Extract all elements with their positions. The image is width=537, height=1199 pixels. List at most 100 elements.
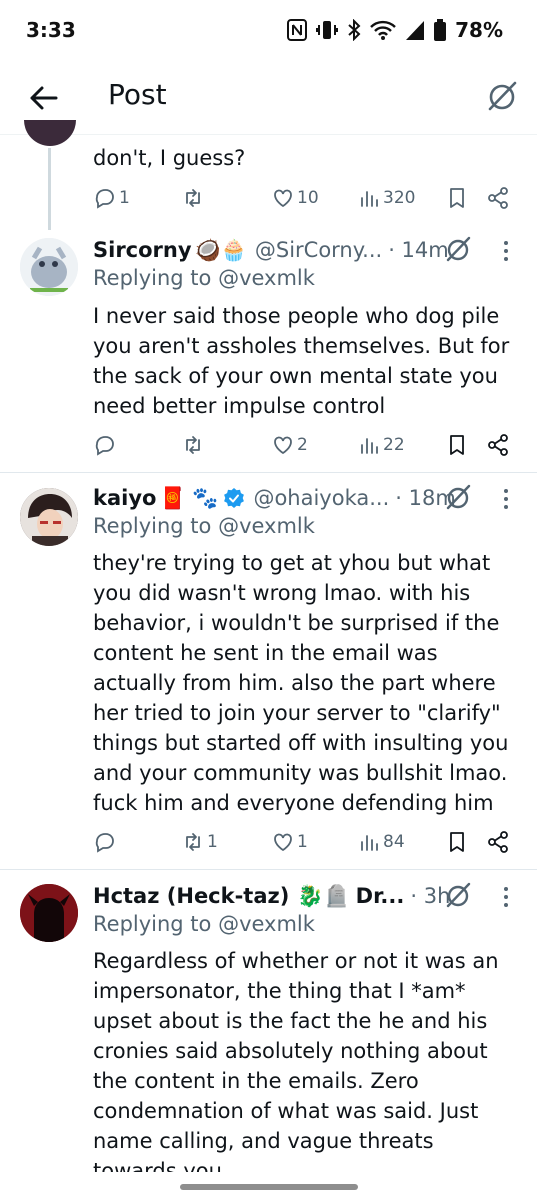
repost-icon: [186, 833, 200, 851]
tweet-actions: 1 1 84: [93, 830, 513, 856]
heart-icon: [274, 189, 292, 208]
more-vertical-icon: [504, 241, 508, 261]
display-name[interactable]: Sircorny: [93, 238, 192, 262]
like-count: 2: [297, 435, 308, 455]
timestamp[interactable]: · 14m: [388, 238, 449, 262]
nfc-icon: [287, 19, 308, 41]
replying-to[interactable]: Replying to @vexmlk: [93, 514, 315, 538]
handle[interactable]: @SirCorny...: [255, 238, 382, 262]
name-emoji: 🐉🪦: [297, 883, 350, 908]
tweet-actions: 2 22: [93, 433, 513, 459]
replying-to[interactable]: Replying to @vexmlk: [93, 912, 315, 936]
status-icons: 78%: [287, 16, 503, 44]
bookmark-button[interactable]: [445, 186, 469, 210]
more-options-button[interactable]: [498, 238, 514, 268]
arrow-left-icon: [30, 86, 58, 110]
home-indicator[interactable]: [180, 1184, 358, 1190]
grok-button[interactable]: [443, 482, 473, 516]
display-name[interactable]: Hctaz (Heck-taz): [93, 884, 289, 908]
heart-icon: [274, 436, 292, 455]
view-count: 84: [383, 832, 405, 852]
back-button[interactable]: [24, 78, 64, 118]
bookmark-icon: [450, 832, 464, 852]
divider: [0, 869, 537, 870]
grok-button[interactable]: [484, 78, 520, 114]
reply-button[interactable]: [93, 830, 117, 854]
views-button[interactable]: 84: [357, 830, 405, 854]
tweet-text: Regardless of whether or not it was an i…: [93, 949, 499, 1172]
reply-icon: [95, 189, 114, 209]
avatar-image: [20, 884, 78, 942]
display-name[interactable]: kaiyo: [93, 486, 156, 510]
battery-percent: 78%: [455, 18, 503, 42]
name-emoji: 🧧 🐾: [159, 485, 219, 510]
replying-to[interactable]: Replying to @vexmlk: [93, 266, 315, 290]
display-name-suffix[interactable]: Dr...: [356, 884, 405, 908]
avatar[interactable]: [24, 120, 76, 146]
bookmark-button[interactable]: [445, 830, 469, 854]
divider: [0, 472, 537, 473]
status-bar: 3:33 78%: [0, 0, 537, 62]
views-icon: [361, 191, 378, 207]
bluetooth-icon: [348, 19, 361, 41]
repost-icon: [186, 436, 200, 454]
avatar[interactable]: [20, 884, 78, 942]
share-button[interactable]: [486, 186, 510, 210]
more-options-button[interactable]: [498, 884, 514, 914]
bookmark-icon: [450, 188, 464, 208]
repost-icon: [186, 189, 200, 207]
reply-button[interactable]: 1: [93, 186, 130, 210]
grok-button[interactable]: [443, 234, 473, 268]
name-emoji: 🥥🧁: [194, 237, 247, 262]
view-count: 320: [383, 188, 416, 208]
tweet-text: I never said those people who dog pile y…: [93, 304, 510, 418]
like-count: 10: [297, 188, 319, 208]
grok-icon: [488, 81, 517, 111]
tweet-actions: 1 10 320: [93, 186, 513, 212]
like-button[interactable]: 10: [271, 186, 319, 210]
repost-button[interactable]: 1: [181, 830, 218, 854]
grok-icon: [446, 882, 471, 908]
app-header: Post: [0, 62, 537, 135]
page-title: Post: [108, 78, 167, 111]
status-time: 3:33: [26, 18, 76, 42]
tweet-text: don't, I guess?: [93, 146, 246, 170]
bookmark-button[interactable]: [445, 433, 469, 457]
share-icon: [488, 187, 508, 209]
repost-button[interactable]: [181, 186, 205, 210]
repost-count: 1: [207, 832, 218, 852]
more-options-button[interactable]: [498, 486, 514, 516]
repost-button[interactable]: [181, 433, 205, 457]
grok-button[interactable]: [443, 880, 473, 914]
more-vertical-icon: [504, 887, 508, 907]
views-icon: [361, 835, 378, 851]
avatar-image: [20, 238, 78, 296]
verified-badge-icon: [224, 488, 245, 508]
share-button[interactable]: [486, 830, 510, 854]
views-button[interactable]: 320: [357, 186, 415, 210]
handle[interactable]: @ohaiyoka...: [253, 486, 389, 510]
like-button[interactable]: 2: [271, 433, 308, 457]
views-button[interactable]: 22: [357, 433, 405, 457]
more-vertical-icon: [504, 489, 508, 509]
avatar[interactable]: [20, 488, 78, 546]
like-count: 1: [297, 832, 308, 852]
signal-icon: [406, 21, 425, 40]
reply-button[interactable]: [93, 433, 117, 457]
reply-count: 1: [119, 188, 130, 208]
tweet-text: they're trying to get at yhou but what y…: [93, 551, 509, 815]
reply-icon: [95, 436, 114, 456]
share-button[interactable]: [486, 433, 510, 457]
heart-icon: [274, 833, 292, 852]
vibrate-icon: [316, 21, 339, 39]
share-icon: [488, 831, 508, 853]
avatar[interactable]: [20, 238, 78, 296]
reply-icon: [95, 833, 114, 853]
wifi-icon: [370, 20, 396, 40]
battery-icon: [434, 19, 447, 41]
bookmark-icon: [450, 435, 464, 455]
like-button[interactable]: 1: [271, 830, 308, 854]
views-icon: [361, 438, 378, 454]
grok-icon: [446, 484, 471, 510]
avatar-image: [20, 488, 78, 546]
